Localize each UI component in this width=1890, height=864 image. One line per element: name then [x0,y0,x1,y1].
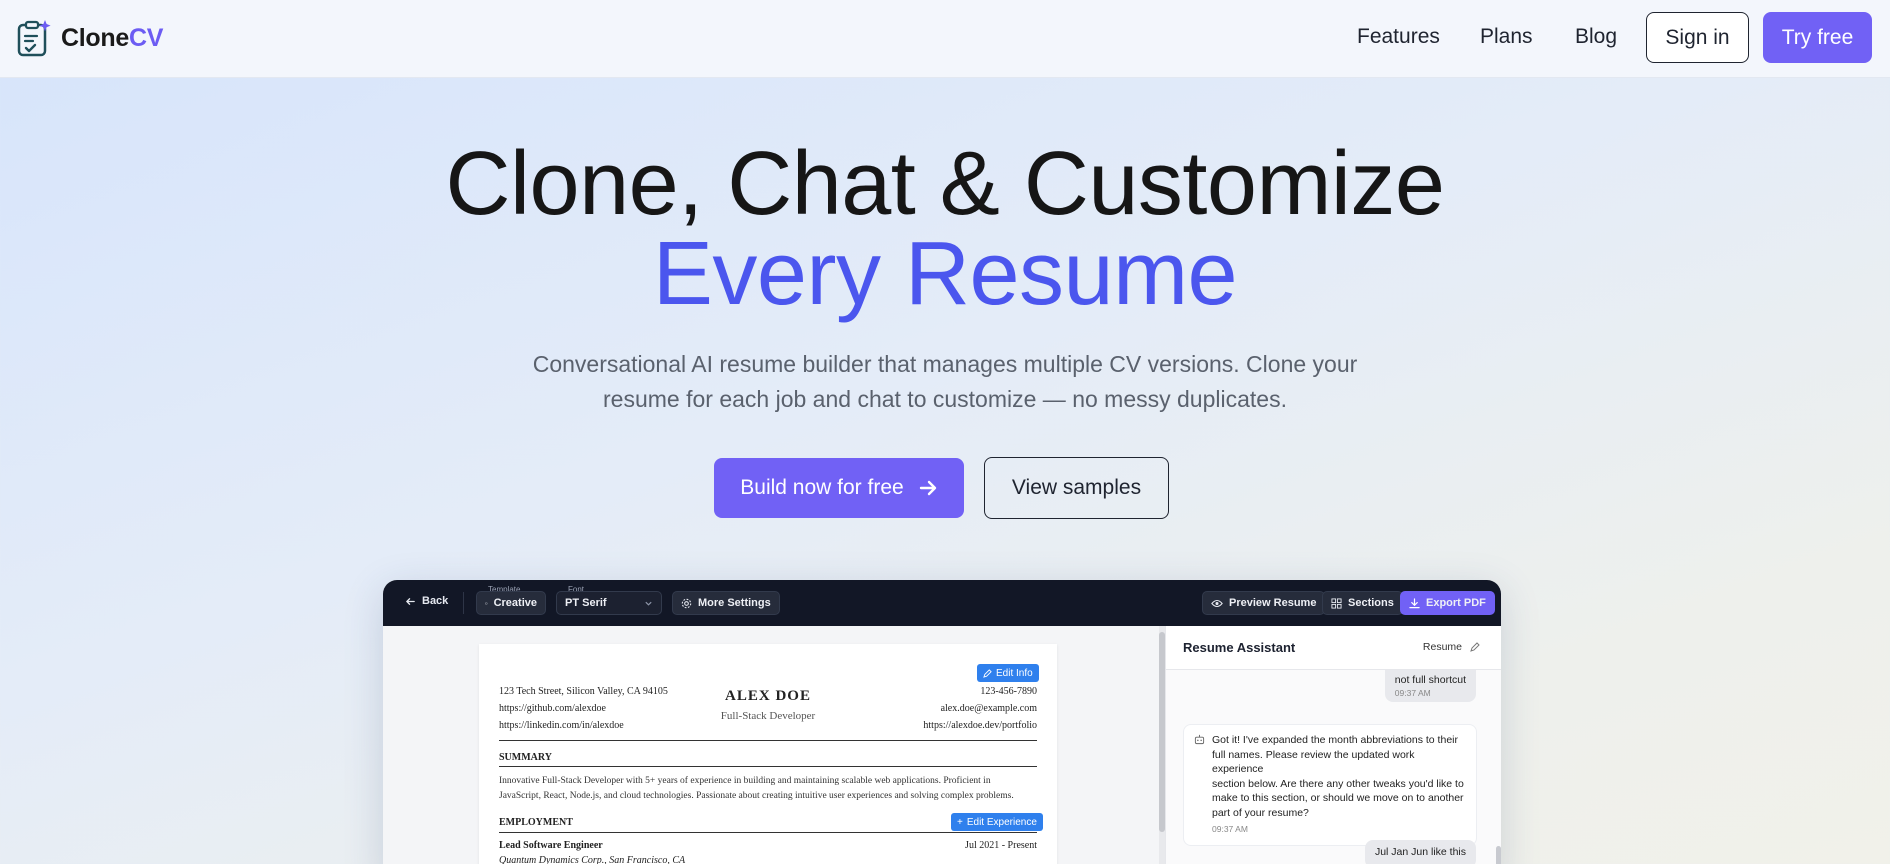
arrow-right-icon [919,480,936,496]
message-text-line2: full names. Please review the updated wo… [1212,748,1415,776]
edit-info-label: Edit Info [996,667,1033,679]
editor-toolbar: Back Template Creative Font PT Serif Mor… [383,580,1501,626]
build-now-button[interactable]: Build now for free [714,458,964,518]
message-text: not full shortcut [1394,674,1466,686]
bot-icon [1194,734,1205,745]
hero-subtitle-line2: resume for each job and chat to customiz… [603,386,1287,412]
assistant-resume-tag[interactable]: Resume [1423,641,1480,653]
edit-info-button[interactable]: Edit Info [977,664,1039,682]
chevron-down-icon [645,601,652,606]
resume-assistant-panel: Resume Assistant Resume not full shortcu… [1165,626,1501,864]
export-pdf-button[interactable]: Export PDF [1400,591,1495,615]
assistant-message: Got it! I've expanded the month abbrevia… [1183,724,1477,846]
hero-subtitle-line1: Conversational AI resume builder that ma… [532,351,1358,377]
message-text-line4: make to this section, or should we move … [1212,792,1464,804]
summary-line1: Innovative Full-Stack Developer with 5+ … [499,776,991,786]
sign-in-button[interactable]: Sign in [1646,12,1749,63]
app-preview: Back Template Creative Font PT Serif Mor… [383,580,1501,864]
summary-line2: JavaScript, React, Node.js, and cloud te… [499,791,1014,801]
message-text: Jul Jan Jun like this [1374,846,1466,858]
eye-icon [1211,599,1223,607]
download-icon [1409,597,1420,608]
summary-heading: SUMMARY [499,752,552,763]
hero-title-line1: Clone, Chat & Customize [445,134,1445,234]
more-settings-button[interactable]: More Settings [672,591,780,615]
toolbar-divider [463,592,464,614]
hero-title-line2: Every Resume [652,224,1238,324]
job-title: Lead Software Engineer [499,840,603,851]
font-value: PT Serif [565,597,607,609]
message-time: 09:37 AM [1394,688,1431,698]
contact-email[interactable]: alex.doe@example.com [941,703,1037,714]
back-button[interactable]: Back [405,595,448,607]
message-text-line3: section below. Are there any other tweak… [1212,777,1464,790]
clipboard-check-icon [17,20,51,57]
contact-phone: 123-456-7890 [980,686,1037,697]
plus-icon: + [957,816,963,828]
assistant-title: Resume Assistant [1183,640,1296,655]
brand-logo[interactable]: CloneCV [17,19,163,57]
employment-heading: EMPLOYMENT [499,817,573,828]
nav-link-blog[interactable]: Blog [1575,25,1617,49]
contact-website[interactable]: https://alexdoe.dev/portfolio [923,720,1037,731]
message-text-line5: part of your resume? [1212,806,1309,819]
template-select[interactable]: Creative [476,591,546,615]
edit-experience-label: Edit Experience [966,816,1037,828]
resume-editor: Edit Info 123 Tech Street, Silicon Valle… [383,626,1160,864]
build-now-label: Build now for free [740,476,904,499]
resume-page: Edit Info 123 Tech Street, Silicon Valle… [479,644,1057,864]
preview-resume-button[interactable]: Preview Resume [1202,591,1326,615]
message-time: 09:37 AM [1212,824,1248,834]
try-free-button[interactable]: Try free [1763,12,1872,63]
section-divider [499,832,1037,833]
brand-name: CloneCV [61,23,164,52]
preview-resume-label: Preview Resume [1229,597,1317,609]
assistant-scroll-thumb[interactable] [1496,846,1501,864]
top-navbar: CloneCV Features Plans Blog Sign in Try … [0,0,1890,78]
more-settings-label: More Settings [698,597,771,609]
message-text-line1: Got it! I've expanded the month abbrevia… [1212,734,1458,746]
assistant-tag-label: Resume [1422,641,1462,653]
section-divider [499,766,1037,767]
template-value: Creative [493,597,537,609]
job-dates: Jul 2021 - Present [965,840,1037,851]
gear-icon [681,598,692,608]
user-message: Jul Jan Jun like this [1364,840,1476,864]
back-label: Back [422,595,449,607]
grid-icon [1331,597,1342,609]
nav-link-features[interactable]: Features [1357,25,1440,49]
assistant-scrollbar[interactable] [1496,670,1501,864]
font-select[interactable]: PT Serif [556,591,662,615]
job-company: Quantum Dynamics Corp., San Francisco, C… [499,855,686,864]
pencil-icon [983,668,992,678]
nav-link-plans[interactable]: Plans [1480,25,1533,49]
sections-button[interactable]: Sections [1322,591,1403,615]
sections-label: Sections [1348,597,1394,609]
assistant-header: Resume Assistant Resume [1166,626,1501,670]
section-divider [499,740,1037,741]
export-pdf-label: Export PDF [1426,597,1486,609]
edit-experience-button[interactable]: + Edit Experience [951,813,1043,831]
view-samples-button[interactable]: View samples [984,457,1169,519]
arrow-left-icon [405,597,415,605]
pencil-icon [1470,642,1480,652]
palette-icon [485,601,488,605]
user-message: not full shortcut 09:37 AM [1384,670,1476,702]
